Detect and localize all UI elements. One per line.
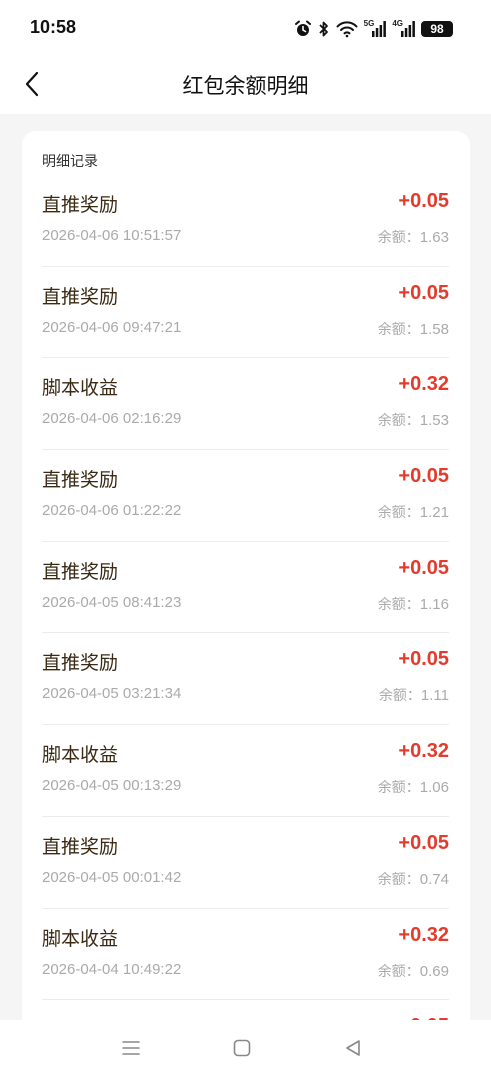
system-nav-bar [0,1020,491,1080]
record-balance: 余额：1.16 [378,594,449,614]
bluetooth-icon [318,20,330,38]
record-amount: +0.05 [398,648,449,671]
record-amount: +0.05 [398,281,449,304]
list-item[interactable]: 直推奖励 +0.05 2026-04-05 03:21:34 余额：1.11 [42,633,449,726]
balance-label: 余额： [377,413,420,430]
record-time: 2026-04-06 09:47:21 [42,318,182,336]
balance-value: 0.74 [419,870,449,888]
record-balance: 余额：1.53 [378,410,449,430]
record-time: 2026-04-04 10:49:22 [42,960,182,978]
record-time: 2026-04-05 00:01:42 [42,868,182,886]
record-amount: +0.32 [398,740,449,763]
record-balance: 余额：1.11 [379,685,449,705]
network-label: 4G [392,18,403,28]
wifi-icon [336,20,358,38]
record-amount: +0.32 [398,373,449,396]
menu-icon [121,1039,141,1061]
records-list: 直推奖励 +0.05 2026-04-06 10:51:57 余额：1.63 直… [42,175,449,1031]
back-triangle-icon [343,1038,363,1062]
balance-value: 1.63 [419,229,449,246]
balance-value: 0.69 [419,962,449,980]
balance-value: 1.16 [419,595,449,613]
balance-value: 1.06 [419,779,449,797]
list-item[interactable]: 脚本收益 +0.32 2026-04-06 02:16:29 余额：1.53 [42,358,449,451]
balance-label: 余额： [377,505,420,522]
record-amount: +0.05 [398,190,449,212]
home-button[interactable] [227,1036,257,1064]
record-title: 直推奖励 [42,469,119,492]
balance-value: 1.53 [419,412,449,430]
list-item[interactable]: 直推奖励 +0.05 2026-04-05 00:01:42 余额：0.74 [42,817,449,909]
status-bar: 10:58 5G 4G 98 [0,0,491,58]
balance-label: 余额： [377,321,420,338]
record-title: 直推奖励 [42,194,119,216]
menu-button[interactable] [116,1036,146,1064]
record-title: 直推奖励 [42,560,119,583]
page-title: 红包余额明细 [182,74,309,98]
record-title: 脚本收益 [42,927,119,950]
status-icons: 5G 4G 98 [294,18,453,40]
list-item[interactable]: 直推奖励 +0.05 2026-04-06 10:51:57 余额：1.63 [42,175,449,267]
balance-label: 余额： [377,596,420,613]
status-time: 10:58 [30,17,77,37]
balance-value: 1.21 [419,504,449,522]
network-label: 5G [363,18,375,28]
record-balance: 余额：0.69 [378,961,449,981]
record-time: 2026-04-05 08:41:23 [42,593,182,611]
balance-label: 余额： [378,688,421,705]
list-item[interactable]: 脚本收益 +0.32 2026-04-05 00:13:29 余额：1.06 [42,725,449,817]
header: 红包余额明细 [0,58,491,114]
list-item[interactable]: 直推奖励 +0.05 2026-04-06 09:47:21 余额：1.58 [42,267,449,359]
record-title: 直推奖励 [42,835,119,858]
balance-label: 余额： [377,871,420,888]
balance-label: 余额： [377,963,420,980]
section-title: 明细记录 [42,154,98,170]
record-time: 2026-04-05 03:21:34 [42,685,182,703]
record-amount: +0.05 [398,465,449,488]
record-title: 脚本收益 [42,377,119,400]
record-balance: 余额：1.06 [378,777,449,797]
balance-value: 1.58 [419,320,449,338]
record-time: 2026-04-05 00:13:29 [42,777,182,795]
balance-label: 余额： [377,230,420,246]
record-balance: 余额：1.63 [378,227,449,247]
record-balance: 余额：1.58 [378,319,449,339]
record-title: 脚本收益 [42,744,119,767]
alarm-icon [294,20,312,38]
record-amount: +0.32 [398,923,449,946]
list-item[interactable]: 脚本收益 +0.32 2026-04-04 10:49:22 余额：0.69 [42,909,449,1001]
signal-icon: 4G [392,18,415,37]
balance-value: 1.11 [420,687,449,705]
home-square-icon [232,1038,252,1062]
balance-label: 余额： [377,780,420,797]
signal-icon: 5G [363,18,387,37]
record-time: 2026-04-06 02:16:29 [42,410,182,428]
battery-icon: 98 [421,21,453,37]
record-balance: 余额：1.21 [378,502,449,522]
record-title: 直推奖励 [42,285,119,308]
list-item[interactable]: 直推奖励 +0.05 2026-04-05 08:41:23 余额：1.16 [42,542,449,634]
record-amount: +0.05 [398,556,449,579]
record-amount: +0.05 [398,831,449,854]
back-nav-button[interactable] [338,1036,368,1064]
record-time: 2026-04-06 10:51:57 [42,227,182,244]
list-item[interactable]: 直推奖励 +0.05 2026-04-06 01:22:22 余额：1.21 [42,450,449,542]
record-balance: 余额：0.74 [378,869,449,889]
records-card: 明细记录 直推奖励 +0.05 2026-04-06 10:51:57 余额：1… [22,131,470,1031]
record-title: 直推奖励 [42,652,119,675]
record-time: 2026-04-06 01:22:22 [42,502,182,520]
